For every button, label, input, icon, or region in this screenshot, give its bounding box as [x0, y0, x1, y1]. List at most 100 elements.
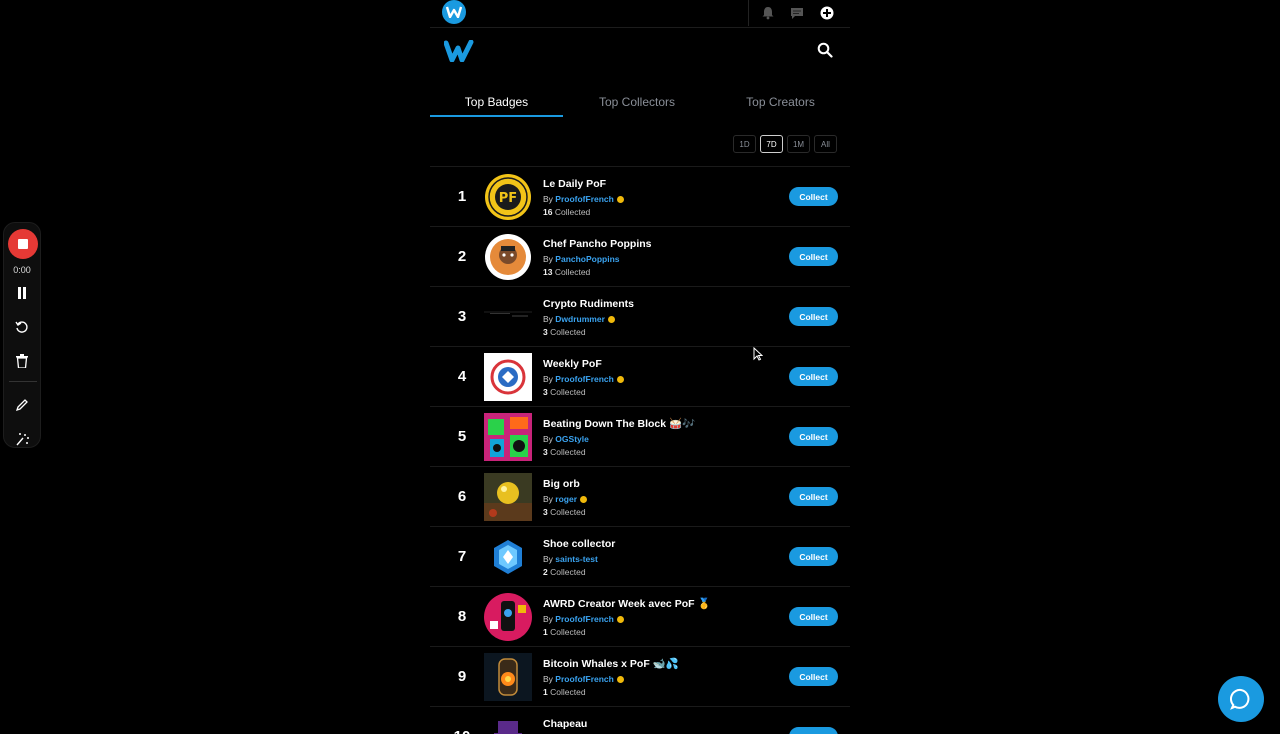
collect-button[interactable]: Collect: [789, 547, 838, 566]
badge-thumbnail[interactable]: [484, 653, 532, 701]
period-1m[interactable]: 1M: [787, 135, 810, 153]
period-1d[interactable]: 1D: [733, 135, 756, 153]
creator-link[interactable]: OGStyle: [555, 434, 589, 444]
rank-number: 8: [457, 608, 467, 625]
collected-count: 2 Collected: [543, 567, 586, 577]
tab-top-badges[interactable]: Top Badges: [430, 88, 563, 117]
badge-row[interactable]: 3 Crypto Rudiments By Dwdrummer 3 Collec…: [430, 287, 850, 347]
pen-icon[interactable]: [13, 396, 31, 414]
badge-thumbnail[interactable]: [484, 533, 532, 581]
collect-button[interactable]: Collect: [789, 667, 838, 686]
period-all[interactable]: All: [814, 135, 837, 153]
creator-link[interactable]: ProofofFrench: [555, 194, 614, 204]
toolbar-divider: [9, 381, 37, 382]
collect-button[interactable]: Collect: [789, 487, 838, 506]
tab-top-collectors[interactable]: Top Collectors: [563, 88, 711, 117]
collect-button[interactable]: Collect: [789, 247, 838, 266]
stop-recording-button[interactable]: [8, 229, 38, 259]
messages-icon[interactable]: [788, 4, 806, 22]
badge-row[interactable]: 8 AWRD Creator Week avec PoF 🥇 By Proofo…: [430, 587, 850, 647]
creator-link[interactable]: roger: [555, 494, 577, 504]
badge-thumbnail[interactable]: [484, 713, 532, 734]
top-bar: [430, 0, 850, 28]
restart-icon[interactable]: [13, 318, 31, 336]
collected-count: 1 Collected: [543, 687, 586, 697]
creator-link[interactable]: ProofofFrench: [555, 614, 614, 624]
badge-title[interactable]: Chef Pancho Poppins: [543, 238, 652, 251]
badge-thumbnail[interactable]: [484, 293, 532, 341]
rank-number: 7: [457, 548, 467, 565]
collect-button[interactable]: Collect: [789, 607, 838, 626]
badge-row[interactable]: 2 Chef Pancho Poppins By PanchoPoppins 1…: [430, 227, 850, 287]
collect-button[interactable]: Collect: [789, 307, 838, 326]
create-plus-icon[interactable]: [818, 4, 836, 22]
badge-row[interactable]: 9 Bitcoin Whales x PoF 🐋💦 By ProofofFren…: [430, 647, 850, 707]
creator-link[interactable]: ProofofFrench: [555, 674, 614, 684]
badge-thumbnail[interactable]: [484, 413, 532, 461]
badge-creator-line: By PanchoPoppins: [543, 254, 620, 264]
badge-title[interactable]: AWRD Creator Week avec PoF 🥇: [543, 598, 711, 611]
badge-title[interactable]: Crypto Rudiments: [543, 298, 634, 311]
chat-support-button[interactable]: [1218, 676, 1264, 722]
badge-list: 1 PF Le Daily PoF By ProofofFrench 16 Co…: [430, 166, 850, 734]
badge-title[interactable]: Weekly PoF: [543, 358, 624, 371]
badge-creator-line: By ProofofFrench: [543, 612, 711, 626]
delete-icon[interactable]: [13, 352, 31, 370]
badge-row[interactable]: 4 Weekly PoF By ProofofFrench 3 Collecte…: [430, 347, 850, 407]
notification-bell-icon[interactable]: [759, 4, 777, 22]
badge-title[interactable]: Beating Down The Block 🥁🎶: [543, 418, 695, 431]
badge-title[interactable]: Le Daily PoF: [543, 178, 624, 191]
verified-icon: [580, 496, 588, 504]
badge-row[interactable]: 6 Big orb By roger 3 Collected Collect: [430, 467, 850, 527]
rank-number: 10: [446, 728, 478, 734]
mouse-cursor-icon: [753, 346, 764, 366]
verified-icon: [616, 376, 624, 384]
badge-title[interactable]: Chapeau: [543, 718, 587, 731]
brand-logo-icon[interactable]: [443, 39, 474, 67]
collected-count: 3 Collected: [543, 327, 586, 337]
recording-timer: 0:00: [13, 265, 31, 275]
badge-thumbnail[interactable]: [484, 473, 532, 521]
collect-button[interactable]: Collect: [789, 727, 838, 734]
badge-title[interactable]: Shoe collector: [543, 538, 615, 551]
collected-count: 3 Collected: [543, 507, 586, 517]
badge-thumbnail[interactable]: PF: [484, 173, 532, 221]
period-7d[interactable]: 7D: [760, 135, 783, 153]
badge-creator-line: By ProofofFrench: [543, 372, 624, 386]
badge-creator-line: By OGStyle: [543, 434, 589, 444]
creator-link[interactable]: saints-test: [555, 554, 598, 564]
collect-button[interactable]: Collect: [789, 187, 838, 206]
pause-icon[interactable]: [13, 284, 31, 302]
creator-link[interactable]: PanchoPoppins: [555, 254, 619, 264]
badge-row[interactable]: 1 PF Le Daily PoF By ProofofFrench 16 Co…: [430, 167, 850, 227]
badge-creator-line: By ProofofFrench: [543, 672, 679, 686]
collect-button[interactable]: Collect: [789, 367, 838, 386]
screen-recorder-toolbar: 0:00: [3, 222, 41, 448]
effects-icon[interactable]: [13, 430, 31, 448]
badge-row[interactable]: 5 Beating Down The Block 🥁🎶 By OGStyle 3…: [430, 407, 850, 467]
leaderboard-tabs: Top Badges Top Collectors Top Creators: [430, 88, 850, 118]
verified-icon: [616, 676, 624, 684]
badge-thumbnail[interactable]: [484, 593, 532, 641]
collected-count: 16 Collected: [543, 207, 591, 217]
badge-creator-line: By roger: [543, 492, 588, 506]
tab-top-creators[interactable]: Top Creators: [711, 88, 850, 117]
creator-link[interactable]: Dwdrummer: [555, 314, 605, 324]
search-icon[interactable]: [817, 42, 833, 63]
rank-number: 1: [457, 188, 467, 205]
rank-number: 9: [457, 668, 467, 685]
badge-row[interactable]: 7 Shoe collector By saints-test 2 Collec…: [430, 527, 850, 587]
collected-count: 3 Collected: [543, 387, 586, 397]
badge-creator-line: By saints-test: [543, 554, 598, 564]
app-logo-icon[interactable]: [442, 0, 466, 24]
creator-link[interactable]: ProofofFrench: [555, 374, 614, 384]
badge-thumbnail[interactable]: [484, 233, 532, 281]
badge-title[interactable]: Bitcoin Whales x PoF 🐋💦: [543, 658, 679, 671]
collected-count: 1 Collected: [543, 627, 586, 637]
verified-icon: [616, 196, 624, 204]
collect-button[interactable]: Collect: [789, 427, 838, 446]
badge-title[interactable]: Big orb: [543, 478, 587, 491]
verified-icon: [607, 316, 615, 324]
badge-row[interactable]: 10 Chapeau Collect: [430, 707, 850, 734]
badge-thumbnail[interactable]: [484, 353, 532, 401]
